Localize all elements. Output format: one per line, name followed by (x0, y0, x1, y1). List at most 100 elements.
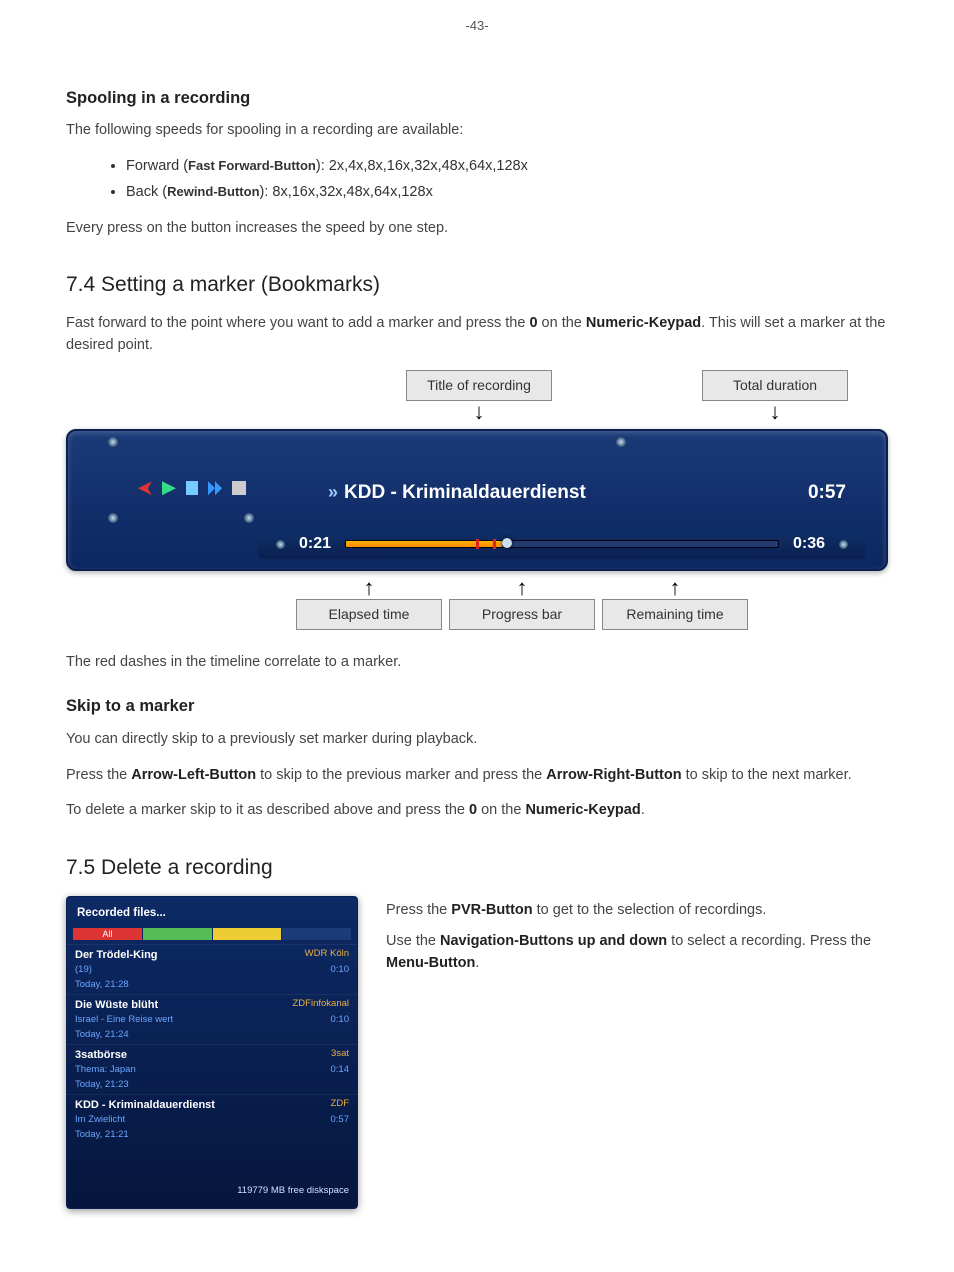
heading-delete: 7.5 Delete a recording (66, 852, 888, 884)
green-tab[interactable] (143, 928, 212, 940)
fast-forward-button-ref: Fast Forward-Button (188, 158, 316, 173)
progress-knob[interactable] (502, 538, 512, 548)
player-osd: »KDD - Kriminaldauerdienst 0:57 0:21 0:3… (66, 429, 888, 571)
blue-tab[interactable] (282, 928, 351, 940)
arrow-left-button-ref: Arrow-Left-Button (131, 767, 256, 783)
callout-total: Total duration (702, 370, 848, 401)
spooling-list: Forward (Fast Forward-Button): 2x,4x,8x,… (126, 156, 888, 204)
text: To delete a marker skip to it as describ… (66, 802, 469, 818)
pause-icon[interactable] (186, 481, 198, 495)
nav-buttons-ref: Navigation-Buttons up and down (440, 933, 667, 949)
list-item[interactable]: Die Wüste blüht ZDFinfokanal Israel - Eine… (67, 994, 357, 1044)
list-item: Forward (Fast Forward-Button): 2x,4x,8x,… (126, 156, 888, 178)
text: to get to the selection of recordings. (533, 902, 767, 918)
text: Press the (66, 767, 131, 783)
zero-key: 0 (529, 315, 537, 331)
marker-p1: Fast forward to the point where you want… (66, 313, 888, 357)
back-speeds: ): 8x,16x,32x,48x,64x,128x (260, 184, 433, 200)
zero-key: 0 (469, 802, 477, 818)
heading-marker: 7.4 Setting a marker (Bookmarks) (66, 269, 888, 301)
progress-area: 0:21 0:36 (258, 529, 866, 559)
item-title: KDD - Kriminaldauerdienst (75, 1097, 215, 1114)
red-tab[interactable]: All (73, 928, 142, 940)
item-subtitle: (19)Today, 21:28 (75, 963, 129, 992)
text: Fast forward to the point where you want… (66, 315, 529, 331)
callout-title: Title of recording (406, 370, 552, 401)
list-item[interactable]: 3satbörse 3sat Thema: JapanToday, 21:23 0:1… (67, 1044, 357, 1094)
list-item: Back (Rewind-Button): 8x,16x,32x,48x,64x… (126, 182, 888, 204)
marker-tick-icon (493, 539, 496, 549)
text: on the (477, 802, 525, 818)
item-title: 3satbörse (75, 1047, 127, 1064)
text: Press the (386, 902, 451, 918)
spooling-outro: Every press on the button increases the … (66, 218, 888, 240)
list-item[interactable]: KDD - Kriminaldauerdienst ZDF Im Zwielicht… (67, 1094, 357, 1144)
elapsed-time: 0:21 (299, 532, 331, 556)
text: to skip to the previous marker and press… (256, 767, 546, 783)
screw-icon (244, 513, 254, 523)
item-title: Der Trödel-King (75, 947, 158, 964)
forward-speeds: ): 2x,4x,8x,16x,32x,48x,64x,128x (316, 158, 528, 174)
item-subtitle: Israel - Eine Reise wertToday, 21:24 (75, 1013, 173, 1042)
arrow-right-button-ref: Arrow-Right-Button (546, 767, 681, 783)
callout-elapsed: Elapsed time (296, 599, 442, 630)
screw-icon (108, 513, 118, 523)
play-icon[interactable] (162, 481, 176, 495)
timeline-note: The red dashes in the timeline correlate… (66, 652, 888, 674)
screw-icon (839, 540, 848, 549)
delete-p2: Use the Navigation-Buttons up and down t… (386, 931, 888, 975)
forward-label: Forward ( (126, 158, 188, 174)
rewind-icon[interactable] (138, 481, 152, 495)
spooling-intro: The following speeds for spooling in a r… (66, 120, 888, 142)
skip-p3: To delete a marker skip to it as describ… (66, 800, 888, 822)
free-diskspace: 119779 MB free diskspace (67, 1144, 357, 1200)
arrow-up-icon: ↑ (670, 577, 681, 599)
color-tabs: All (73, 928, 351, 940)
heading-skip: Skip to a marker (66, 694, 888, 719)
skip-p1: You can directly skip to a previously se… (66, 729, 888, 751)
text: to skip to the next marker. (682, 767, 852, 783)
item-channel: ZDF (331, 1097, 349, 1114)
callout-remaining: Remaining time (602, 599, 748, 630)
menu-button-ref: Menu-Button (386, 955, 475, 971)
remaining-time: 0:36 (793, 532, 825, 556)
item-duration: 0:57 (331, 1113, 350, 1142)
item-duration: 0:10 (331, 963, 350, 992)
numeric-keypad-ref: Numeric-Keypad (525, 802, 640, 818)
pvr-button-ref: PVR-Button (451, 902, 532, 918)
item-channel: ZDFinfokanal (293, 997, 350, 1014)
stop-icon[interactable] (232, 481, 246, 495)
item-channel: 3sat (331, 1047, 349, 1064)
text: to select a recording. Press the (667, 933, 871, 949)
heading-spooling: Spooling in a recording (66, 86, 888, 111)
fast-forward-icon[interactable] (208, 481, 222, 495)
delete-p1: Press the PVR-Button to get to the selec… (386, 900, 888, 922)
item-channel: WDR Köln (305, 947, 349, 964)
rewind-button-ref: Rewind-Button (167, 184, 259, 199)
numeric-keypad-ref: Numeric-Keypad (586, 315, 701, 331)
yellow-tab[interactable] (213, 928, 282, 940)
title-text: KDD - Kriminaldauerdienst (344, 482, 586, 503)
item-subtitle: Im ZwielichtToday, 21:21 (75, 1113, 129, 1142)
screw-icon (108, 437, 118, 447)
screw-icon (616, 437, 626, 447)
back-label: Back ( (126, 184, 167, 200)
item-duration: 0:10 (331, 1013, 350, 1042)
arrow-down-icon: ↓ (770, 401, 781, 423)
item-title: Die Wüste blüht (75, 997, 158, 1014)
text: on the (538, 315, 586, 331)
total-duration: 0:57 (808, 479, 846, 508)
list-item[interactable]: Der Trödel-King WDR Köln (19)Today, 21:28 0… (67, 944, 357, 994)
marker-tick-icon (476, 539, 479, 549)
text: . (641, 802, 645, 818)
item-subtitle: Thema: JapanToday, 21:23 (75, 1063, 136, 1092)
progress-bar[interactable] (345, 540, 779, 548)
arrow-down-icon: ↓ (474, 401, 485, 423)
arrow-up-icon: ↑ (517, 577, 528, 599)
screw-icon (276, 540, 285, 549)
text: . (475, 955, 479, 971)
callout-progress: Progress bar (449, 599, 595, 630)
page-number: -43- (66, 16, 888, 36)
text: Use the (386, 933, 440, 949)
item-duration: 0:14 (331, 1063, 350, 1092)
